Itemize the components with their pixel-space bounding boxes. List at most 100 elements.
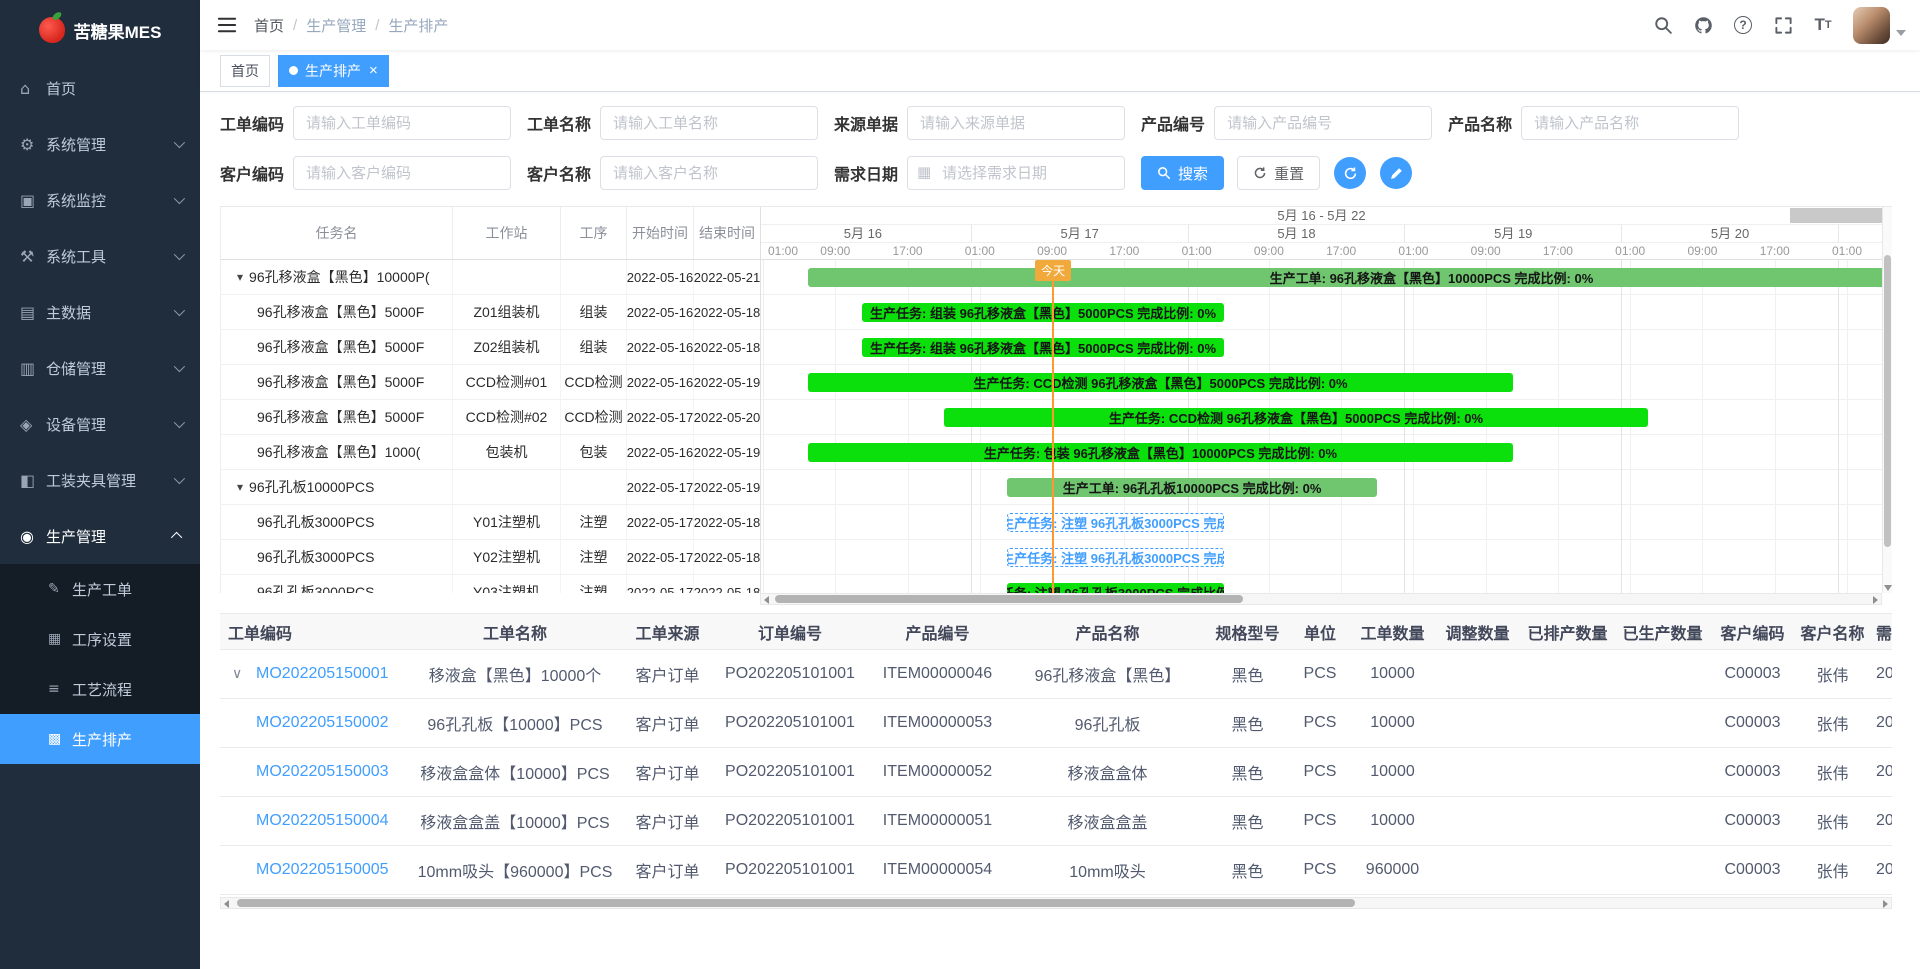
chevron-down-icon[interactable]: ∨ (232, 666, 256, 682)
expand-caret-icon[interactable]: ▾ (237, 270, 243, 284)
gantt-table-row[interactable]: 96孔移液盒【黑色】5000FCCD检测#01CCD检测2022-05-1620… (221, 365, 760, 400)
table-row[interactable]: ∨MO202205150001移液盒【黑色】10000个客户订单PO202205… (220, 650, 1892, 699)
product-code-input[interactable] (1214, 106, 1432, 140)
scrollbar-thumb[interactable] (775, 595, 1243, 603)
sidebar-item-master-data[interactable]: ▤主数据 (0, 284, 200, 340)
sidebar-toggle-button[interactable] (200, 0, 254, 50)
start-time-cell: 2022-05-17 (627, 505, 694, 539)
table-row[interactable]: ∨MO202205150003移液盒盒体【10000】PCS客户订单PO2022… (220, 748, 1892, 797)
gantt-table-row[interactable]: 96孔孔板3000PCSY02注塑机注塑2022-05-172022-05-18 (221, 540, 760, 575)
app-logo[interactable]: 苦糖果MES (0, 0, 200, 60)
help-icon[interactable]: ? (1723, 0, 1763, 50)
sidebar-item-equipment-management[interactable]: ◈设备管理 (0, 396, 200, 452)
gantt-bar[interactable]: 生产工单: 96孔移液盒【黑色】10000PCS 完成比例: 0% (808, 268, 1882, 287)
sidebar-item-home[interactable]: ⌂首页 (0, 60, 200, 116)
gantt-table-row[interactable]: 96孔孔板3000PCSY01注塑机注塑2022-05-172022-05-18 (221, 505, 760, 540)
gantt-bar[interactable]: 生产任务: 注塑 96孔孔板3000PCS 完成比例: 0% (1007, 583, 1224, 593)
table-row[interactable]: ∨MO20220515000296孔孔板【10000】PCS客户订单PO2022… (220, 699, 1892, 748)
hour-label: 09:00 (813, 243, 857, 259)
gantt-bar[interactable]: 生产任务: 包装 96孔移液盒【黑色】10000PCS 完成比例: 0% (808, 443, 1513, 462)
sidebar-item-label: 工装夹具管理 (46, 470, 168, 491)
hour-label: 17:00 (1319, 243, 1363, 259)
sidebar-subitem-process-settings[interactable]: ▦工序设置 (0, 614, 200, 664)
gantt-table-row[interactable]: 96孔孔板3000PCSY03注塑机注塑2022-05-172022-05-18 (221, 575, 760, 593)
reset-button[interactable]: 重置 (1237, 156, 1320, 190)
close-icon[interactable]: × (369, 63, 378, 78)
order-code-link[interactable]: MO202205150003 (256, 763, 389, 781)
sidebar-item-warehouse-management[interactable]: ▥仓储管理 (0, 340, 200, 396)
pencil-icon (1389, 166, 1404, 181)
scrollbar-thumb[interactable] (1884, 255, 1891, 547)
work-order-name-input[interactable] (600, 106, 818, 140)
table-cell: 移液盒盒体【10000】PCS (410, 760, 620, 784)
edit-circle-button[interactable] (1380, 157, 1412, 189)
order-code-link[interactable]: MO202205150004 (256, 812, 389, 830)
sidebar-item-label: 设备管理 (46, 414, 168, 435)
table-row[interactable]: ∨MO20220515000510mm吸头【960000】PCS客户订单PO20… (220, 846, 1892, 895)
gantt-bar[interactable]: 生产工单: 96孔孔板10000PCS 完成比例: 0% (1007, 478, 1377, 497)
order-code-link[interactable]: MO202205150005 (256, 861, 389, 879)
breadcrumb-item-home[interactable]: 首页 (254, 15, 284, 36)
sidebar-subitem-process-flow[interactable]: ≡工艺流程 (0, 664, 200, 714)
station-cell: CCD检测#01 (453, 365, 561, 399)
demand-date-input[interactable] (907, 156, 1125, 190)
gantt-table-row[interactable]: 96孔移液盒【黑色】5000FZ01组装机组装2022-05-162022-05… (221, 295, 760, 330)
expand-caret-icon[interactable]: ▾ (237, 480, 243, 494)
home-icon: ⌂ (20, 79, 46, 98)
gantt-bar[interactable]: 生产任务: CCD检测 96孔移液盒【黑色】5000PCS 完成比例: 0% (944, 408, 1649, 427)
table-cell: 客户订单 (620, 760, 715, 784)
scroll-right-arrow-icon[interactable] (1873, 596, 1878, 604)
product-name-input[interactable] (1521, 106, 1739, 140)
github-icon[interactable] (1683, 0, 1723, 50)
gantt-bar[interactable]: 生产任务: 组装 96孔移液盒【黑色】5000PCS 完成比例: 0% (862, 303, 1223, 322)
avatar-dropdown-caret-icon[interactable] (1896, 30, 1906, 36)
table-cell: 202 (1870, 763, 1892, 781)
table-row[interactable]: ∨MO202205150004移液盒盒盖【10000】PCS客户订单PO2022… (220, 797, 1892, 846)
scroll-left-arrow-icon[interactable] (224, 900, 229, 908)
source-doc-input[interactable] (907, 106, 1125, 140)
sidebar-item-production-management[interactable]: ◉生产管理 (0, 508, 200, 564)
form-item-work-order-code: 工单编码 (220, 106, 511, 140)
sidebar-item-system-management[interactable]: ⚙系统管理 (0, 116, 200, 172)
sidebar-subitem-production-work-order[interactable]: ✎生产工单 (0, 564, 200, 614)
sidebar-item-fixture-management[interactable]: ◧工装夹具管理 (0, 452, 200, 508)
station-cell: Y02注塑机 (453, 540, 561, 574)
refresh-circle-button[interactable] (1334, 157, 1366, 189)
search-icon[interactable] (1643, 0, 1683, 50)
scroll-left-arrow-icon[interactable] (764, 596, 769, 604)
breadcrumb-item-production-scheduling[interactable]: 生产排产 (388, 15, 448, 36)
workorder-icon: ✎ (48, 581, 72, 597)
app-logo-icon (39, 17, 65, 43)
gantt-bar-selected[interactable]: 生产任务: 注塑 96孔孔板3000PCS 完成 (1007, 513, 1224, 532)
sidebar-item-system-tools[interactable]: ⚒系统工具 (0, 228, 200, 284)
tab-production-scheduling[interactable]: 生产排产 × (278, 55, 389, 87)
gantt-bar[interactable]: 生产任务: CCD检测 96孔移液盒【黑色】5000PCS 完成比例: 0% (808, 373, 1513, 392)
order-code-link[interactable]: MO202205150002 (256, 714, 389, 732)
font-size-icon[interactable]: TT (1803, 0, 1843, 50)
order-code-link[interactable]: MO202205150001 (256, 665, 389, 683)
avatar[interactable] (1853, 7, 1890, 44)
day-label: 5月 20 (1621, 225, 1838, 242)
gantt-table-row[interactable]: ▾96孔孔板10000PCS2022-05-172022-05-19 (221, 470, 760, 505)
scrollbar-thumb[interactable] (237, 899, 1355, 907)
refresh-icon (1253, 166, 1267, 180)
gantt-table-row[interactable]: ▾96孔移液盒【黑色】10000P(2022-05-162022-05-21 (221, 260, 760, 295)
customer-name-input[interactable] (600, 156, 818, 190)
scroll-right-arrow-icon[interactable] (1883, 900, 1888, 908)
breadcrumb-item-production-management[interactable]: 生产管理 (306, 15, 366, 36)
gantt-bar-selected[interactable]: 生产任务: 注塑 96孔孔板3000PCS 完成 (1007, 548, 1224, 567)
gantt-bar[interactable]: 生产任务: 组装 96孔移液盒【黑色】5000PCS 完成比例: 0% (862, 338, 1223, 357)
customer-code-input[interactable] (293, 156, 511, 190)
hour-label: 17:00 (886, 243, 930, 259)
tab-home[interactable]: 首页 (220, 55, 270, 87)
gantt-table-row[interactable]: 96孔移液盒【黑色】5000FCCD检测#02CCD检测2022-05-1720… (221, 400, 760, 435)
gantt-table-row[interactable]: 96孔移液盒【黑色】1000(包装机包装2022-05-162022-05-19 (221, 435, 760, 470)
gantt-table-row[interactable]: 96孔移液盒【黑色】5000FZ02组装机组装2022-05-162022-05… (221, 330, 760, 365)
table-cell: 202 (1870, 812, 1892, 830)
fullscreen-icon[interactable] (1763, 0, 1803, 50)
search-button[interactable]: 搜索 (1141, 156, 1224, 190)
sidebar-subitem-production-scheduling[interactable]: ▩生产排产 (0, 714, 200, 764)
work-order-code-input[interactable] (293, 106, 511, 140)
scroll-down-arrow-icon[interactable] (1884, 585, 1892, 591)
sidebar-item-system-monitoring[interactable]: ▣系统监控 (0, 172, 200, 228)
